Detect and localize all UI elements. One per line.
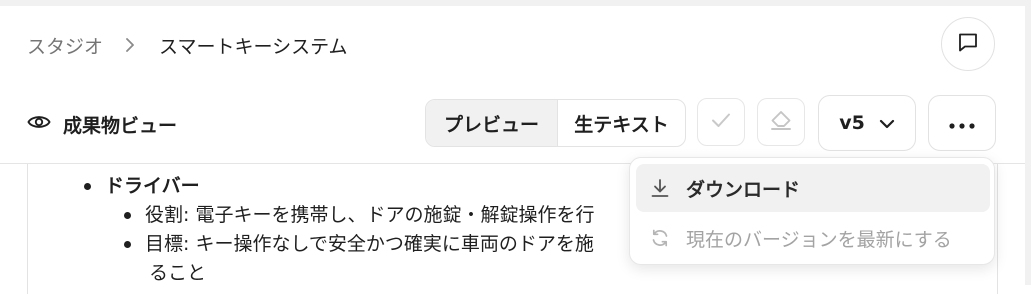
list-item: 目標: キー操作なしで安全かつ確実に車両のドアを施	[124, 230, 594, 259]
more-horizontal-icon	[949, 114, 975, 133]
menu-item-update-latest[interactable]: 現在のバージョンを最新にする	[636, 214, 990, 262]
version-select[interactable]: v5	[818, 95, 916, 151]
chevron-right-icon	[125, 38, 135, 52]
content-frame-left	[27, 164, 28, 294]
list-item: 役割: 電子キーを携帯し、ドアの施錠・解錠操作を行	[124, 201, 594, 230]
version-value: v5	[839, 112, 865, 134]
more-options-menu: ダウンロード 現在のバージョンを最新にする	[629, 157, 995, 265]
artifact-content: ドライバー 役割: 電子キーを携帯し、ドアの施錠・解錠操作を行 目標: キー操作…	[84, 172, 594, 288]
chat-button[interactable]	[941, 17, 995, 71]
section-title: ドライバー	[105, 175, 200, 197]
view-mode-toggle: プレビュー 生テキスト	[425, 99, 686, 147]
chat-bubble-icon	[957, 31, 979, 57]
breadcrumb: スタジオ スマートキーシステム	[27, 30, 348, 60]
artifact-view-title: 成果物ビュー	[63, 114, 178, 137]
list-item-text: 役割: 電子キーを携帯し、ドアの施錠・解錠操作を行	[145, 204, 595, 226]
refresh-icon	[648, 226, 672, 250]
artifact-view-label: 成果物ビュー	[27, 109, 177, 139]
window-top-edge	[0, 0, 1031, 6]
tab-raw-text[interactable]: 生テキスト	[558, 100, 685, 146]
eye-icon	[27, 113, 51, 135]
breadcrumb-studio-link[interactable]: スタジオ	[27, 32, 103, 59]
tab-preview[interactable]: プレビュー	[426, 100, 558, 146]
content-frame-right	[997, 164, 998, 294]
menu-item-label: 現在のバージョンを最新にする	[686, 228, 952, 251]
scrollbar-track[interactable]	[1025, 0, 1031, 285]
erase-button[interactable]	[757, 98, 805, 146]
check-icon	[710, 111, 732, 133]
list-item-continuation: ること	[149, 262, 207, 284]
eraser-icon	[769, 109, 793, 135]
list-item: ドライバー	[84, 172, 594, 201]
accept-button[interactable]	[697, 98, 745, 146]
chevron-down-icon	[879, 114, 895, 133]
menu-item-label: ダウンロード	[686, 178, 801, 201]
more-options-button[interactable]	[928, 95, 996, 151]
download-icon	[648, 176, 672, 200]
menu-item-download[interactable]: ダウンロード	[636, 164, 990, 212]
breadcrumb-current: スマートキーシステム	[159, 35, 348, 58]
bullet	[84, 183, 91, 190]
bullet	[124, 241, 131, 248]
bullet	[124, 212, 131, 219]
list-item-text: 目標: キー操作なしで安全かつ確実に車両のドアを施	[145, 233, 594, 255]
